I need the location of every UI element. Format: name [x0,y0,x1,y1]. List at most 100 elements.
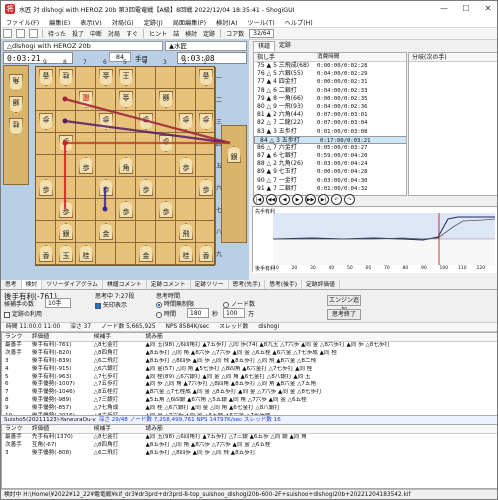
first-move-icon[interactable]: |◀ [253,193,264,205]
tab-kifu[interactable]: 棋譜 [253,41,276,51]
col-rank[interactable]: ランク [2,333,32,341]
move-time: 0:03:00/0:04:30 [317,177,368,184]
mate-button[interactable]: 詰 [170,29,182,38]
time-radio[interactable]: 時間 [156,309,176,318]
move-row[interactable]: 82 △ 7 二龍(22) 0:07:00/0:03:04 [254,119,406,127]
pv-row[interactable]: 4 後手有利(-915) △6六銀打 ▲同 金(57) △同 角 ▲5七歩打 △8四角… [2,366,497,374]
move-row[interactable]: 90 △ 7 一金打 0:03:00/0:04:30 [254,177,406,185]
branch-list[interactable]: 分岐(次の手) [408,52,497,196]
unlimited-time-radio[interactable]: 時間無制限 [156,299,194,308]
move-arrows [62,96,231,212]
last-move-icon[interactable]: ▶| [318,193,329,205]
col-pv[interactable]: 読み筋 [145,333,497,341]
move-row[interactable]: 89 ▲ 9 七玉打 0:00:00/0:04:28 [254,168,406,176]
tab-joseki-eval[interactable]: 定跡評価値 [302,280,340,289]
move-row[interactable]: 80 △ 9 一飛(93) 0:04:00/0:02:36 [254,103,406,111]
undo-button[interactable]: 待った [45,29,69,38]
pv-row[interactable]: 8 後手優勢(-989) △7三銀打 ▲5五角 △6四銀 ▲6六角 △5五銀 ▲同 角… [2,397,497,405]
resign-button[interactable]: 投了 [69,29,87,38]
tab-thinking-sente[interactable]: 思考(先手) [229,280,266,289]
col-move[interactable]: 候補手 [94,333,146,341]
col-rank[interactable]: ランク [2,425,32,433]
tab-joseki[interactable]: 定跡 [275,41,295,51]
eval-graph[interactable]: 先手有利 後手有利 10 20 30 40 50 60 70 80 90 100 110 120 [252,206,497,273]
pv-row[interactable]: 次善手 後手有利(-820) △8四角打 ▲8五歩打 △同 角 ▲8六歩 △7六歩 ▲… [2,350,497,358]
move-row[interactable]: 75 ▲ 5 三飛成(68) 0:00:00/0:02:28 [254,62,406,70]
arrow-display-checkbox[interactable]: 矢印表示 [95,300,127,309]
core-count-field[interactable]: 32/64 [249,29,275,38]
move-row[interactable]: 78 △ 6 二銀打 0:04:00/0:02:33 [254,87,406,95]
pv-cell-m: △6二飛打 [93,357,119,364]
tab-thinking-gote[interactable]: 思考(後手) [265,280,302,289]
pv-row[interactable]: 7 後手優勢(-1046) △8五桂打 ▲8六金 △7七桂成 ▲同 金 △8五歩打 ▲… [2,389,497,397]
analyze-button[interactable]: 検討 [182,29,200,38]
save-icon[interactable] [29,29,38,38]
menu-tools[interactable]: ツール(T) [242,18,279,27]
game-button[interactable]: 対局 [105,29,123,38]
add-engine-button[interactable]: エンジン追加 [327,295,361,314]
forward-icon[interactable]: ▶ [292,193,303,205]
menu-edit[interactable]: 編集(E) [44,18,75,27]
new-icon[interactable] [3,29,12,38]
pv-row[interactable]: 6 後手優勢(-1007) △7五歩打 ▲同 歩 △同 角 ▲7六歩打 △8四角 ▲8… [2,381,497,389]
gote-hand-piece[interactable]: 角 [9,74,23,91]
move-now-button[interactable]: すぐ [123,29,141,38]
minimize-button[interactable]: — [433,1,455,17]
col-time[interactable]: 消費時間 [314,53,404,61]
pv-row[interactable]: 最善手 後手有利(-761) △8七金打 ▲同 玉(98) △6四角打 ▲7五歩打 △… [2,342,497,350]
pv-row[interactable]: 最善手 先手有利(1370) △8七金打 ▲同 玉(98) △6四角打 ▲7五歩打 △… [2,434,497,442]
tab-thinking[interactable]: 思考 [1,280,22,289]
pv-row[interactable]: 3 後手有利(-839) △6二飛打 ▲8五歩打 △8四歩 ▲同 歩 △同 飛 ▲8五… [2,357,497,366]
menu-position-edit[interactable]: 局面編集(P) [168,18,211,27]
move-row[interactable]: 77 ▲ 4 四金打 0:00:00/0:02:31 [254,78,406,86]
pv-table-engine2[interactable]: ランク 評価値 候補手 読み筋 最善手 先手有利(1370) △8七金打 ▲同 玉(9… [1,424,497,489]
tab-joseki-tree[interactable]: 定跡ツリー [191,280,229,289]
tab-kifu-comment[interactable]: 棋譜コメント [103,280,147,289]
move-row[interactable]: 83 ▲ 3 五歩打 0:01:00/0:03:08 [254,128,406,136]
stop-thinking-button[interactable]: 思考終了 [327,309,361,320]
menu-analysis[interactable]: 検討(A) [211,18,242,27]
col-move[interactable]: 指し手 [254,53,314,61]
pv-row[interactable]: 5 後手有利(-963) △7七歩打 ▲同 桂(89) △6六銀打 ▲同 金 △同 角… [2,374,497,382]
rotate-right-icon[interactable]: ↷ [344,193,355,205]
pv-cell-e: 後手優勢(-857) [31,405,72,412]
move-row[interactable]: 79 ▲ 8 一角(66) 0:00:00/0:02:35 [254,95,406,103]
back-many-icon[interactable]: ◀◀ [266,193,277,205]
tab-joseki-comment[interactable]: 定跡コメント [147,280,191,289]
close-button[interactable]: ✕ [477,1,497,17]
node-count-input[interactable]: 100 [223,308,245,318]
pv-row[interactable]: 次善手 互角(-67) △8四角打 ▲8五歩打 △同 角 ▲8六歩 △7六歩 ▲同 金… [2,442,497,450]
pause-button[interactable]: 中断 [87,29,105,38]
pv-row[interactable]: 9 後手優勢(-857) △7七角成 ▲同 桂 △6六銀打 ▲同 金 △同 角 ▲6七… [2,405,497,413]
tab-tree-diagram[interactable]: ツリーダイアグラム [42,280,103,289]
col-pv[interactable]: 読み筋 [145,425,497,433]
menu-view[interactable]: 表示(V) [75,18,106,27]
tab-analysis[interactable]: 検討 [21,280,43,289]
pv-cell-pv: ▲5五角 △6四銀 ▲6六角 △5五銀 ▲同 角 △7六歩 ▲同 金 △6五桂 [145,397,307,404]
node-count-radio[interactable]: ノード数 [223,299,255,308]
forward-many-icon[interactable]: ▶▶ [305,193,316,205]
rotate-left-icon[interactable]: ↶ [331,193,342,205]
open-icon[interactable] [16,29,25,38]
move-list[interactable]: 指し手 消費時間 75 ▲ 5 三飛成(68) 0:00:00/0:02:28 76… [253,52,407,196]
maximize-button[interactable]: ☐ [455,1,477,17]
back-icon[interactable]: ◀ [279,193,290,205]
gote-hand-piece[interactable]: 桂 [9,118,23,135]
col-eval[interactable]: 評価値 [32,425,94,433]
time-input[interactable]: 180 [187,308,209,318]
joseki-button[interactable]: 定跡 [200,29,218,38]
menu-game[interactable]: 対局(G) [107,18,139,27]
col-move[interactable]: 候補手 [94,425,146,433]
move-row[interactable]: 84 △ 3 五歩打 0:17:00/0:03:21 [254,135,406,144]
menu-file[interactable]: ファイル(F) [1,18,44,27]
menu-joseki[interactable]: 定跡(J) [139,18,168,27]
menu-help[interactable]: ヘルプ(H) [280,18,318,27]
candidate-count-select[interactable]: 10手 [45,298,71,308]
hint-button[interactable]: ヒント [146,29,170,38]
pv-table-engine1[interactable]: ランク 評価値 候補手 読み筋 最善手 後手有利(-761) △8七金打 ▲同 玉(9… [1,332,497,416]
gote-hand-piece[interactable]: 銀 [9,96,23,113]
use-joseki-checkbox[interactable]: 定跡の利用 [4,309,42,318]
pv-row[interactable]: 3 後手優勢(-808) △6二飛打 ▲8五歩打 △8四歩 ▲同 歩 △同 飛 ▲8五… [2,450,497,458]
col-eval[interactable]: 評価値 [32,333,94,341]
move-row[interactable]: 86 △ 7 六金打 0:05:00/0:03:27 [254,144,406,152]
